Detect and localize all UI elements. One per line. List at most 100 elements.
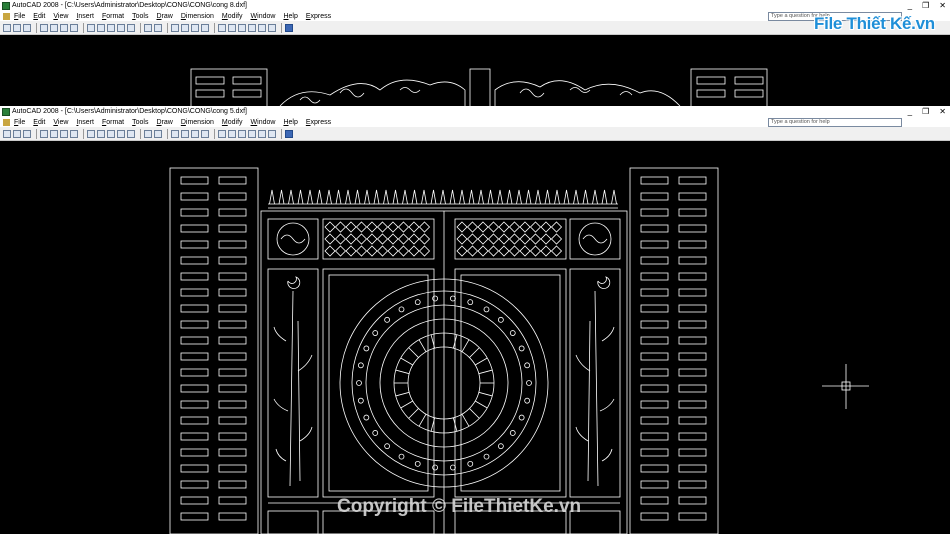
save-icon[interactable] — [23, 129, 31, 138]
menu-tools[interactable]: Tools — [132, 13, 148, 20]
menu-format[interactable]: Format — [102, 13, 124, 20]
minimize-button[interactable]: _ — [908, 0, 912, 11]
undo-icon[interactable] — [144, 129, 152, 138]
plot-icon[interactable] — [70, 23, 78, 32]
menu-modify[interactable]: Modify — [222, 119, 243, 126]
open-icon[interactable] — [13, 129, 21, 138]
menu-dimension[interactable]: Dimension — [181, 13, 214, 20]
publish-icon[interactable] — [60, 23, 68, 32]
print-icon[interactable] — [40, 129, 48, 138]
menu-modify[interactable]: Modify — [222, 13, 243, 20]
design-center-icon[interactable] — [228, 129, 236, 138]
lattice-cell — [487, 221, 500, 233]
markup-icon[interactable] — [258, 129, 266, 138]
help-icon[interactable] — [285, 23, 293, 32]
close-button[interactable]: ✕ — [939, 106, 946, 117]
redo-icon[interactable] — [154, 129, 162, 138]
tool-palettes-icon[interactable] — [238, 23, 246, 32]
menu-dimension[interactable]: Dimension — [181, 119, 214, 126]
redo-icon[interactable] — [154, 23, 162, 32]
print-icon[interactable] — [40, 23, 48, 32]
tool-palettes-icon[interactable] — [238, 129, 246, 138]
preview-icon[interactable] — [50, 129, 58, 138]
lattice-cell — [387, 233, 399, 245]
drum-ornament — [518, 414, 525, 421]
back-title-bar[interactable]: AutoCAD 2008 - [C:\Users\Administrator\D… — [0, 0, 950, 11]
menu-file[interactable]: File — [14, 13, 25, 20]
menu-insert[interactable]: Insert — [76, 13, 94, 20]
back-drawing-canvas[interactable] — [0, 35, 950, 106]
zoom-window-icon[interactable] — [191, 23, 199, 32]
menu-edit[interactable]: Edit — [33, 119, 45, 126]
front-drawing-canvas[interactable] — [0, 141, 950, 534]
open-icon[interactable] — [13, 23, 21, 32]
menu-window[interactable]: Window — [251, 13, 276, 20]
quickcalc-icon[interactable] — [268, 129, 276, 138]
menu-draw[interactable]: Draw — [156, 13, 172, 20]
zoom-realtime-icon[interactable] — [181, 129, 189, 138]
quickcalc-icon[interactable] — [268, 23, 276, 32]
minimize-button[interactable]: _ — [908, 106, 912, 117]
front-title-bar[interactable]: AutoCAD 2008 - [C:\Users\Administrator\D… — [0, 106, 950, 117]
menu-express[interactable]: Express — [306, 119, 331, 126]
match-properties-icon[interactable] — [117, 23, 125, 32]
menu-help[interactable]: Help — [283, 119, 297, 126]
paste-icon[interactable] — [107, 23, 115, 32]
drum-ornament — [432, 464, 439, 471]
publish-icon[interactable] — [60, 129, 68, 138]
pillar-slot — [678, 448, 707, 457]
new-icon[interactable] — [3, 129, 11, 138]
pillar-slot — [218, 400, 247, 409]
plot-icon[interactable] — [70, 129, 78, 138]
preview-icon[interactable] — [50, 23, 58, 32]
zoom-previous-icon[interactable] — [201, 23, 209, 32]
pan-icon[interactable] — [171, 129, 179, 138]
menu-insert[interactable]: Insert — [76, 119, 94, 126]
block-editor-icon[interactable] — [127, 23, 135, 32]
close-button[interactable]: ✕ — [939, 0, 946, 11]
save-icon[interactable] — [23, 23, 31, 32]
zoom-window-icon[interactable] — [191, 129, 199, 138]
copy-icon[interactable] — [97, 23, 105, 32]
new-icon[interactable] — [3, 23, 11, 32]
match-properties-icon[interactable] — [117, 129, 125, 138]
help-icon[interactable] — [285, 129, 293, 138]
menu-edit[interactable]: Edit — [33, 13, 45, 20]
menu-tools[interactable]: Tools — [132, 119, 148, 126]
menu-window[interactable]: Window — [251, 119, 276, 126]
pillar-slot — [180, 256, 209, 265]
design-center-icon[interactable] — [228, 23, 236, 32]
block-editor-icon[interactable] — [127, 129, 135, 138]
properties-icon[interactable] — [218, 129, 226, 138]
spike — [383, 189, 389, 205]
restore-button[interactable]: ❐ — [922, 0, 929, 11]
pillar-slot — [640, 496, 669, 505]
cut-icon[interactable] — [87, 129, 95, 138]
menu-help[interactable]: Help — [283, 13, 297, 20]
menu-format[interactable]: Format — [102, 119, 124, 126]
paste-icon[interactable] — [107, 129, 115, 138]
sheet-set-icon[interactable] — [248, 129, 256, 138]
pan-icon[interactable] — [171, 23, 179, 32]
zoom-previous-icon[interactable] — [201, 129, 209, 138]
cut-icon[interactable] — [87, 23, 95, 32]
copy-icon[interactable] — [97, 129, 105, 138]
undo-icon[interactable] — [144, 23, 152, 32]
properties-icon[interactable] — [218, 23, 226, 32]
menu-draw[interactable]: Draw — [156, 119, 172, 126]
menu-file[interactable]: File — [14, 119, 25, 126]
pillar-slot — [218, 208, 247, 217]
zoom-realtime-icon[interactable] — [181, 23, 189, 32]
markup-icon[interactable] — [258, 23, 266, 32]
drum-ray — [474, 357, 488, 366]
lattice-cell — [519, 221, 531, 233]
lattice-cell — [324, 245, 336, 257]
lattice-cell — [324, 233, 336, 245]
menu-express[interactable]: Express — [306, 13, 331, 20]
help-search-input[interactable]: Type a question for help — [768, 118, 902, 127]
restore-button[interactable]: ❐ — [922, 106, 929, 117]
menu-view[interactable]: View — [53, 13, 68, 20]
menu-view[interactable]: View — [53, 119, 68, 126]
sheet-set-icon[interactable] — [248, 23, 256, 32]
drum-ornament — [414, 460, 421, 467]
